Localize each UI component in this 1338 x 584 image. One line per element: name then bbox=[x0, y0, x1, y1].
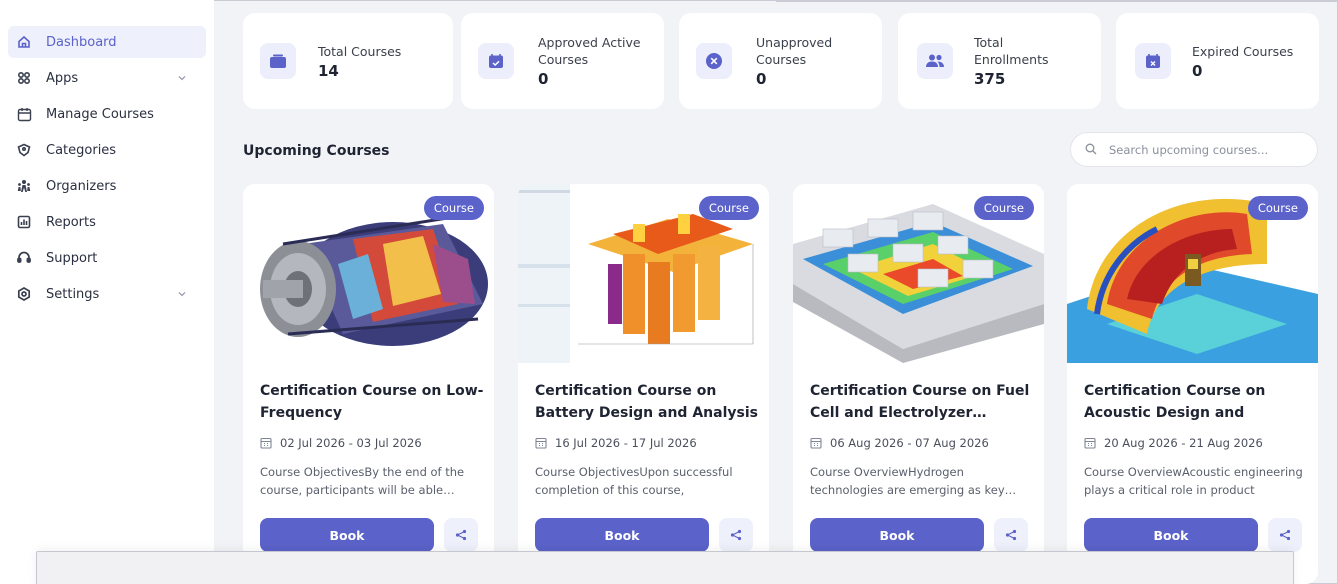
sidebar-item-label: Settings bbox=[46, 286, 100, 302]
course-title[interactable]: Certification Course on Battery Design a… bbox=[535, 380, 760, 424]
course-description: Course OverviewHydrogen technologies are… bbox=[810, 465, 1017, 497]
stat-card-unapproved-courses: Unapproved Courses 0 bbox=[679, 13, 882, 109]
search-input[interactable] bbox=[1109, 142, 1299, 157]
course-image: Course bbox=[243, 184, 494, 363]
sidebar-item-label: Organizers bbox=[46, 178, 117, 194]
share-icon bbox=[1279, 529, 1291, 541]
tag-icon bbox=[16, 142, 32, 158]
course-card[interactable]: Course Certification Course on Acoustic … bbox=[1067, 184, 1318, 584]
support-icon bbox=[16, 250, 32, 266]
sidebar-item-label: Apps bbox=[46, 70, 79, 86]
sidebar-item-dashboard[interactable]: Dashboard bbox=[8, 26, 206, 58]
course-date: 16 Jul 2026 - 17 Jul 2026 bbox=[535, 436, 697, 450]
upcoming-courses-title: Upcoming Courses bbox=[243, 143, 390, 159]
stat-label: Unapproved Courses bbox=[756, 35, 833, 67]
stat-card-approved-active-courses: Approved Active Courses 0 bbox=[461, 13, 664, 109]
stat-label: Expired Courses bbox=[1192, 43, 1294, 59]
bottom-overlay-panel bbox=[36, 551, 1294, 584]
calendar-icon bbox=[810, 437, 822, 449]
calendar-icon bbox=[16, 106, 32, 122]
book-button[interactable]: Book bbox=[260, 518, 434, 552]
search-icon bbox=[1085, 140, 1097, 159]
stat-label: Total Enrollments bbox=[974, 35, 1049, 67]
sidebar-item-categories[interactable]: Categories bbox=[8, 134, 206, 166]
stat-value: 0 bbox=[1192, 61, 1203, 80]
course-badge: Course bbox=[973, 196, 1034, 220]
calendar-icon bbox=[535, 437, 547, 449]
course-card[interactable]: Course Certification Course on Battery D… bbox=[518, 184, 769, 584]
sidebar-item-reports[interactable]: Reports bbox=[8, 206, 206, 238]
course-description: Course OverviewAcoustic engineering play… bbox=[1084, 465, 1303, 497]
stat-value: 0 bbox=[756, 70, 767, 88]
book-button[interactable]: Book bbox=[1084, 518, 1258, 552]
course-date: 20 Aug 2026 - 21 Aug 2026 bbox=[1084, 436, 1263, 450]
stat-value: 14 bbox=[318, 61, 339, 80]
x-circle-icon bbox=[696, 43, 732, 79]
course-description: Course ObjectivesBy the end of the cours… bbox=[260, 465, 465, 497]
course-description: Course ObjectivesUpon successful complet… bbox=[535, 465, 733, 497]
book-button[interactable]: Book bbox=[810, 518, 984, 552]
share-button[interactable] bbox=[444, 518, 478, 552]
sidebar-item-label: Dashboard bbox=[46, 34, 117, 50]
share-icon bbox=[730, 529, 742, 541]
sidebar-item-label: Categories bbox=[46, 142, 117, 158]
course-date-text: 06 Aug 2026 - 07 Aug 2026 bbox=[830, 436, 989, 450]
course-title[interactable]: Certification Course on Acoustic Design … bbox=[1084, 380, 1309, 424]
calendar-icon bbox=[1084, 437, 1096, 449]
share-button[interactable] bbox=[1268, 518, 1302, 552]
settings-icon bbox=[16, 286, 32, 302]
calendar-x-icon bbox=[1135, 43, 1171, 79]
stat-card-expired-courses: Expired Courses 0 bbox=[1116, 13, 1319, 109]
share-button[interactable] bbox=[994, 518, 1028, 552]
sidebar: Dashboard Apps Manage Courses Categories… bbox=[0, 0, 214, 584]
course-title[interactable]: Certification Course on Fuel Cell and El… bbox=[810, 380, 1035, 424]
course-date: 02 Jul 2026 - 03 Jul 2026 bbox=[260, 436, 422, 450]
sidebar-item-manage-courses[interactable]: Manage Courses bbox=[8, 98, 206, 130]
users-icon bbox=[917, 43, 953, 79]
share-button[interactable] bbox=[719, 518, 753, 552]
sidebar-item-label: Manage Courses bbox=[46, 106, 154, 122]
book-button[interactable]: Book bbox=[535, 518, 709, 552]
course-badge: Course bbox=[698, 196, 759, 220]
course-image: Course bbox=[518, 184, 769, 363]
course-image: Course bbox=[793, 184, 1044, 363]
stat-value: 375 bbox=[974, 70, 1006, 88]
course-date-text: 20 Aug 2026 - 21 Aug 2026 bbox=[1104, 436, 1263, 450]
course-badge: Course bbox=[423, 196, 484, 220]
chevron-down-icon bbox=[176, 288, 188, 300]
course-card[interactable]: Course Certification Course on Fuel Cell… bbox=[793, 184, 1044, 584]
report-icon bbox=[16, 214, 32, 230]
stat-value: 0 bbox=[538, 70, 549, 88]
course-date-text: 02 Jul 2026 - 03 Jul 2026 bbox=[280, 436, 422, 450]
course-badge: Course bbox=[1247, 196, 1308, 220]
sidebar-item-label: Support bbox=[46, 250, 98, 266]
calendar-check-icon bbox=[478, 43, 514, 79]
course-title[interactable]: Certification Course on Low-Frequency El… bbox=[260, 380, 485, 424]
stat-label: Total Courses bbox=[318, 43, 402, 59]
window-edge bbox=[776, 0, 1338, 2]
organizers-icon bbox=[16, 178, 32, 194]
sidebar-item-label: Reports bbox=[46, 214, 96, 230]
folder-icon bbox=[260, 43, 296, 79]
course-date: 06 Aug 2026 - 07 Aug 2026 bbox=[810, 436, 989, 450]
course-date-text: 16 Jul 2026 - 17 Jul 2026 bbox=[555, 436, 697, 450]
sidebar-item-organizers[interactable]: Organizers bbox=[8, 170, 206, 202]
stat-label: Approved Active Courses bbox=[538, 35, 641, 67]
calendar-icon bbox=[260, 437, 272, 449]
sidebar-item-apps[interactable]: Apps bbox=[8, 62, 206, 94]
course-image: Course bbox=[1067, 184, 1318, 363]
share-icon bbox=[1005, 529, 1017, 541]
sidebar-item-settings[interactable]: Settings bbox=[8, 278, 206, 310]
search-box[interactable] bbox=[1070, 132, 1318, 167]
stat-card-total-enrollments: Total Enrollments 375 bbox=[898, 13, 1101, 109]
chevron-down-icon bbox=[176, 72, 188, 84]
sidebar-item-support[interactable]: Support bbox=[8, 242, 206, 274]
home-icon bbox=[16, 34, 32, 50]
stat-card-total-courses: Total Courses 14 bbox=[243, 13, 453, 109]
share-icon bbox=[455, 529, 467, 541]
course-card[interactable]: Course Certification Course on Low-Frequ… bbox=[243, 184, 494, 584]
apps-icon bbox=[16, 70, 32, 86]
